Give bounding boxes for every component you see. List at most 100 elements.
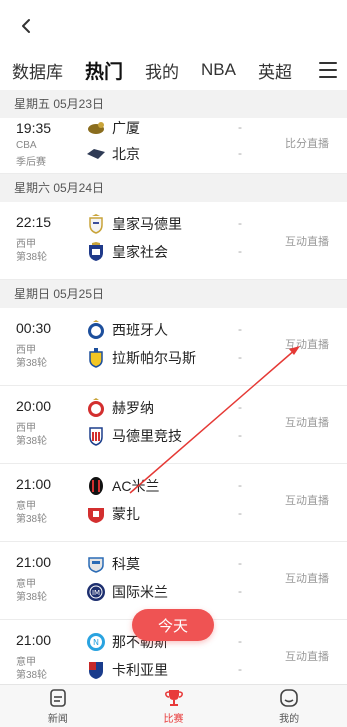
- match-league: CBA: [16, 140, 37, 151]
- home-team: 西班牙人: [86, 320, 168, 340]
- nav-label: 比赛: [163, 714, 184, 725]
- team-name: 皇家社会: [112, 244, 168, 260]
- monza-logo-icon: [86, 504, 106, 524]
- match-round: 季后赛: [16, 157, 46, 168]
- tab-premier-league[interactable]: 英超: [258, 58, 292, 83]
- live-link[interactable]: 互动直播: [285, 414, 329, 430]
- nav-label: 我的: [279, 714, 300, 725]
- svg-text:N: N: [93, 638, 99, 647]
- away-team: IM 国际米兰: [86, 582, 168, 602]
- nav-label: 新闻: [47, 714, 68, 725]
- real-sociedad-logo-icon: [86, 242, 106, 262]
- team-name: 北京: [112, 146, 140, 162]
- team-name: 拉斯帕尔马斯: [112, 350, 196, 366]
- tab-mine[interactable]: 我的: [145, 58, 179, 83]
- live-link[interactable]: 互动直播: [285, 233, 329, 249]
- inter-logo-icon: IM: [86, 582, 106, 602]
- espanyol-logo-icon: [86, 320, 106, 340]
- live-link[interactable]: 互动直播: [285, 336, 329, 352]
- home-score: -: [238, 322, 242, 336]
- home-team: 皇家马德里: [86, 214, 182, 234]
- team-name: 卡利亚里: [112, 662, 168, 678]
- match-time: 00:30: [16, 320, 52, 336]
- home-score: -: [238, 556, 242, 570]
- away-team: 蒙扎: [86, 504, 140, 524]
- home-score: -: [238, 400, 242, 414]
- bottom-nav: 新闻 比赛 我的: [0, 684, 347, 727]
- away-score: -: [238, 662, 242, 676]
- away-team: 北京: [86, 144, 140, 164]
- menu-icon[interactable]: [317, 59, 339, 81]
- away-team: 皇家社会: [86, 242, 168, 262]
- match-row[interactable]: 00:30 西甲 第38轮 西班牙人 拉斯帕尔马斯 - - 互动直播: [0, 308, 347, 386]
- live-link[interactable]: 互动直播: [285, 570, 329, 586]
- napoli-logo-icon: N: [86, 632, 106, 652]
- away-score: -: [238, 506, 242, 520]
- svg-text:IM: IM: [92, 589, 100, 597]
- girona-logo-icon: [86, 398, 106, 418]
- tab-hot[interactable]: 热门: [85, 57, 123, 84]
- tab-nba[interactable]: NBA: [201, 60, 236, 80]
- away-score: -: [238, 428, 242, 442]
- nav-match[interactable]: 比赛: [116, 685, 232, 727]
- match-round: 第38轮: [16, 358, 48, 369]
- news-icon: [47, 687, 69, 709]
- como-logo-icon: [86, 554, 106, 574]
- nav-profile[interactable]: 我的: [231, 685, 347, 727]
- match-row[interactable]: 20:00 西甲 第38轮 赫罗纳 马德里竞技 - - 互动直播: [0, 386, 347, 464]
- match-round: 第38轮: [16, 592, 48, 603]
- match-row[interactable]: 19:35 CBA 季后赛 广厦 北京 - - 比分直播: [0, 118, 347, 174]
- top-bar: [0, 0, 347, 50]
- away-score: -: [238, 584, 242, 598]
- home-score: -: [238, 216, 242, 230]
- match-time: 20:00: [16, 398, 52, 414]
- real-madrid-logo-icon: [86, 214, 106, 234]
- tab-bar: 数据库 热门 我的 NBA 英超: [0, 50, 347, 90]
- atletico-madrid-logo-icon: [86, 426, 106, 446]
- trophy-icon: [163, 687, 185, 709]
- team-name: 广厦: [112, 120, 140, 136]
- away-score: -: [238, 350, 242, 364]
- away-team: 拉斯帕尔马斯: [86, 348, 196, 368]
- ac-milan-logo-icon: [86, 476, 106, 496]
- away-team: 卡利亚里: [86, 660, 168, 680]
- home-team: AC米兰: [86, 476, 159, 496]
- tab-database[interactable]: 数据库: [12, 58, 63, 83]
- back-button[interactable]: [12, 12, 40, 40]
- home-score: -: [238, 634, 242, 648]
- chevron-left-icon: [22, 19, 30, 33]
- team-name: 西班牙人: [112, 322, 168, 338]
- match-round: 第38轮: [16, 514, 48, 525]
- team-name: 皇家马德里: [112, 216, 182, 232]
- match-row[interactable]: 21:00 意甲 第38轮 AC米兰 蒙扎 - - 互动直播: [0, 464, 347, 542]
- match-list[interactable]: 星期五 05月23日 19:35 CBA 季后赛 广厦 北京 - - 比分直播 …: [0, 90, 347, 684]
- date-header: 星期六 05月24日: [0, 174, 347, 202]
- las-palmas-logo-icon: [86, 348, 106, 368]
- match-round: 第38轮: [16, 436, 48, 447]
- away-score: -: [238, 146, 242, 160]
- live-link[interactable]: 互动直播: [285, 492, 329, 508]
- nav-news[interactable]: 新闻: [0, 685, 116, 727]
- home-team: 赫罗纳: [86, 398, 154, 418]
- today-button[interactable]: 今天: [132, 609, 214, 641]
- live-link[interactable]: 比分直播: [285, 135, 329, 151]
- home-score: -: [238, 120, 242, 134]
- match-round: 第38轮: [16, 252, 48, 263]
- team-name: 科莫: [112, 556, 140, 572]
- profile-icon: [278, 687, 300, 709]
- home-team: 广厦: [86, 118, 140, 138]
- home-score: -: [238, 478, 242, 492]
- date-header: 星期日 05月25日: [0, 280, 347, 308]
- live-link[interactable]: 互动直播: [285, 648, 329, 664]
- match-time: 21:00: [16, 554, 52, 570]
- team-name: 赫罗纳: [112, 400, 154, 416]
- away-score: -: [238, 244, 242, 258]
- match-time: 22:15: [16, 214, 52, 230]
- guangsha-logo-icon: [86, 118, 106, 138]
- date-header: 星期五 05月23日: [0, 90, 347, 118]
- team-name: AC米兰: [112, 478, 160, 494]
- home-team: 科莫: [86, 554, 140, 574]
- match-round: 第38轮: [16, 670, 48, 681]
- match-time: 19:35: [16, 120, 52, 136]
- match-row[interactable]: 22:15 西甲 第38轮 皇家马德里 皇家社会 - - 互动直播: [0, 202, 347, 280]
